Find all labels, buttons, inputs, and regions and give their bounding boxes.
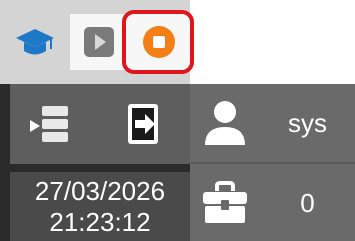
left-panel: 27/03/2026 21:23:12 <box>0 84 190 241</box>
datetime-display: 27/03/2026 21:23:12 <box>10 172 190 241</box>
play-button[interactable] <box>70 14 128 70</box>
graduation-cap-icon <box>16 29 54 55</box>
date-text: 27/03/2026 <box>34 176 166 206</box>
app-root: 27/03/2026 21:23:12 sys 0 <box>0 0 355 241</box>
play-icon <box>84 27 114 57</box>
case-count-label: 0 <box>300 187 315 218</box>
user-icon <box>205 101 245 145</box>
briefcase-icon <box>203 181 247 223</box>
user-icon-wrap <box>190 99 260 147</box>
exit-button[interactable] <box>100 84 190 164</box>
briefcase-icon-wrap <box>190 181 260 225</box>
right-panel: sys 0 <box>190 84 355 241</box>
user-row[interactable]: sys <box>190 84 355 162</box>
username-label: sys <box>288 107 327 138</box>
stop-button-highlight <box>122 10 194 74</box>
time-text: 21:23:12 <box>49 207 151 237</box>
home-button[interactable] <box>0 14 70 70</box>
case-row[interactable]: 0 <box>190 164 355 241</box>
list-button[interactable] <box>10 84 90 164</box>
list-pointer-icon <box>30 106 68 142</box>
top-toolbar <box>0 0 194 84</box>
exit-door-icon <box>128 104 158 144</box>
